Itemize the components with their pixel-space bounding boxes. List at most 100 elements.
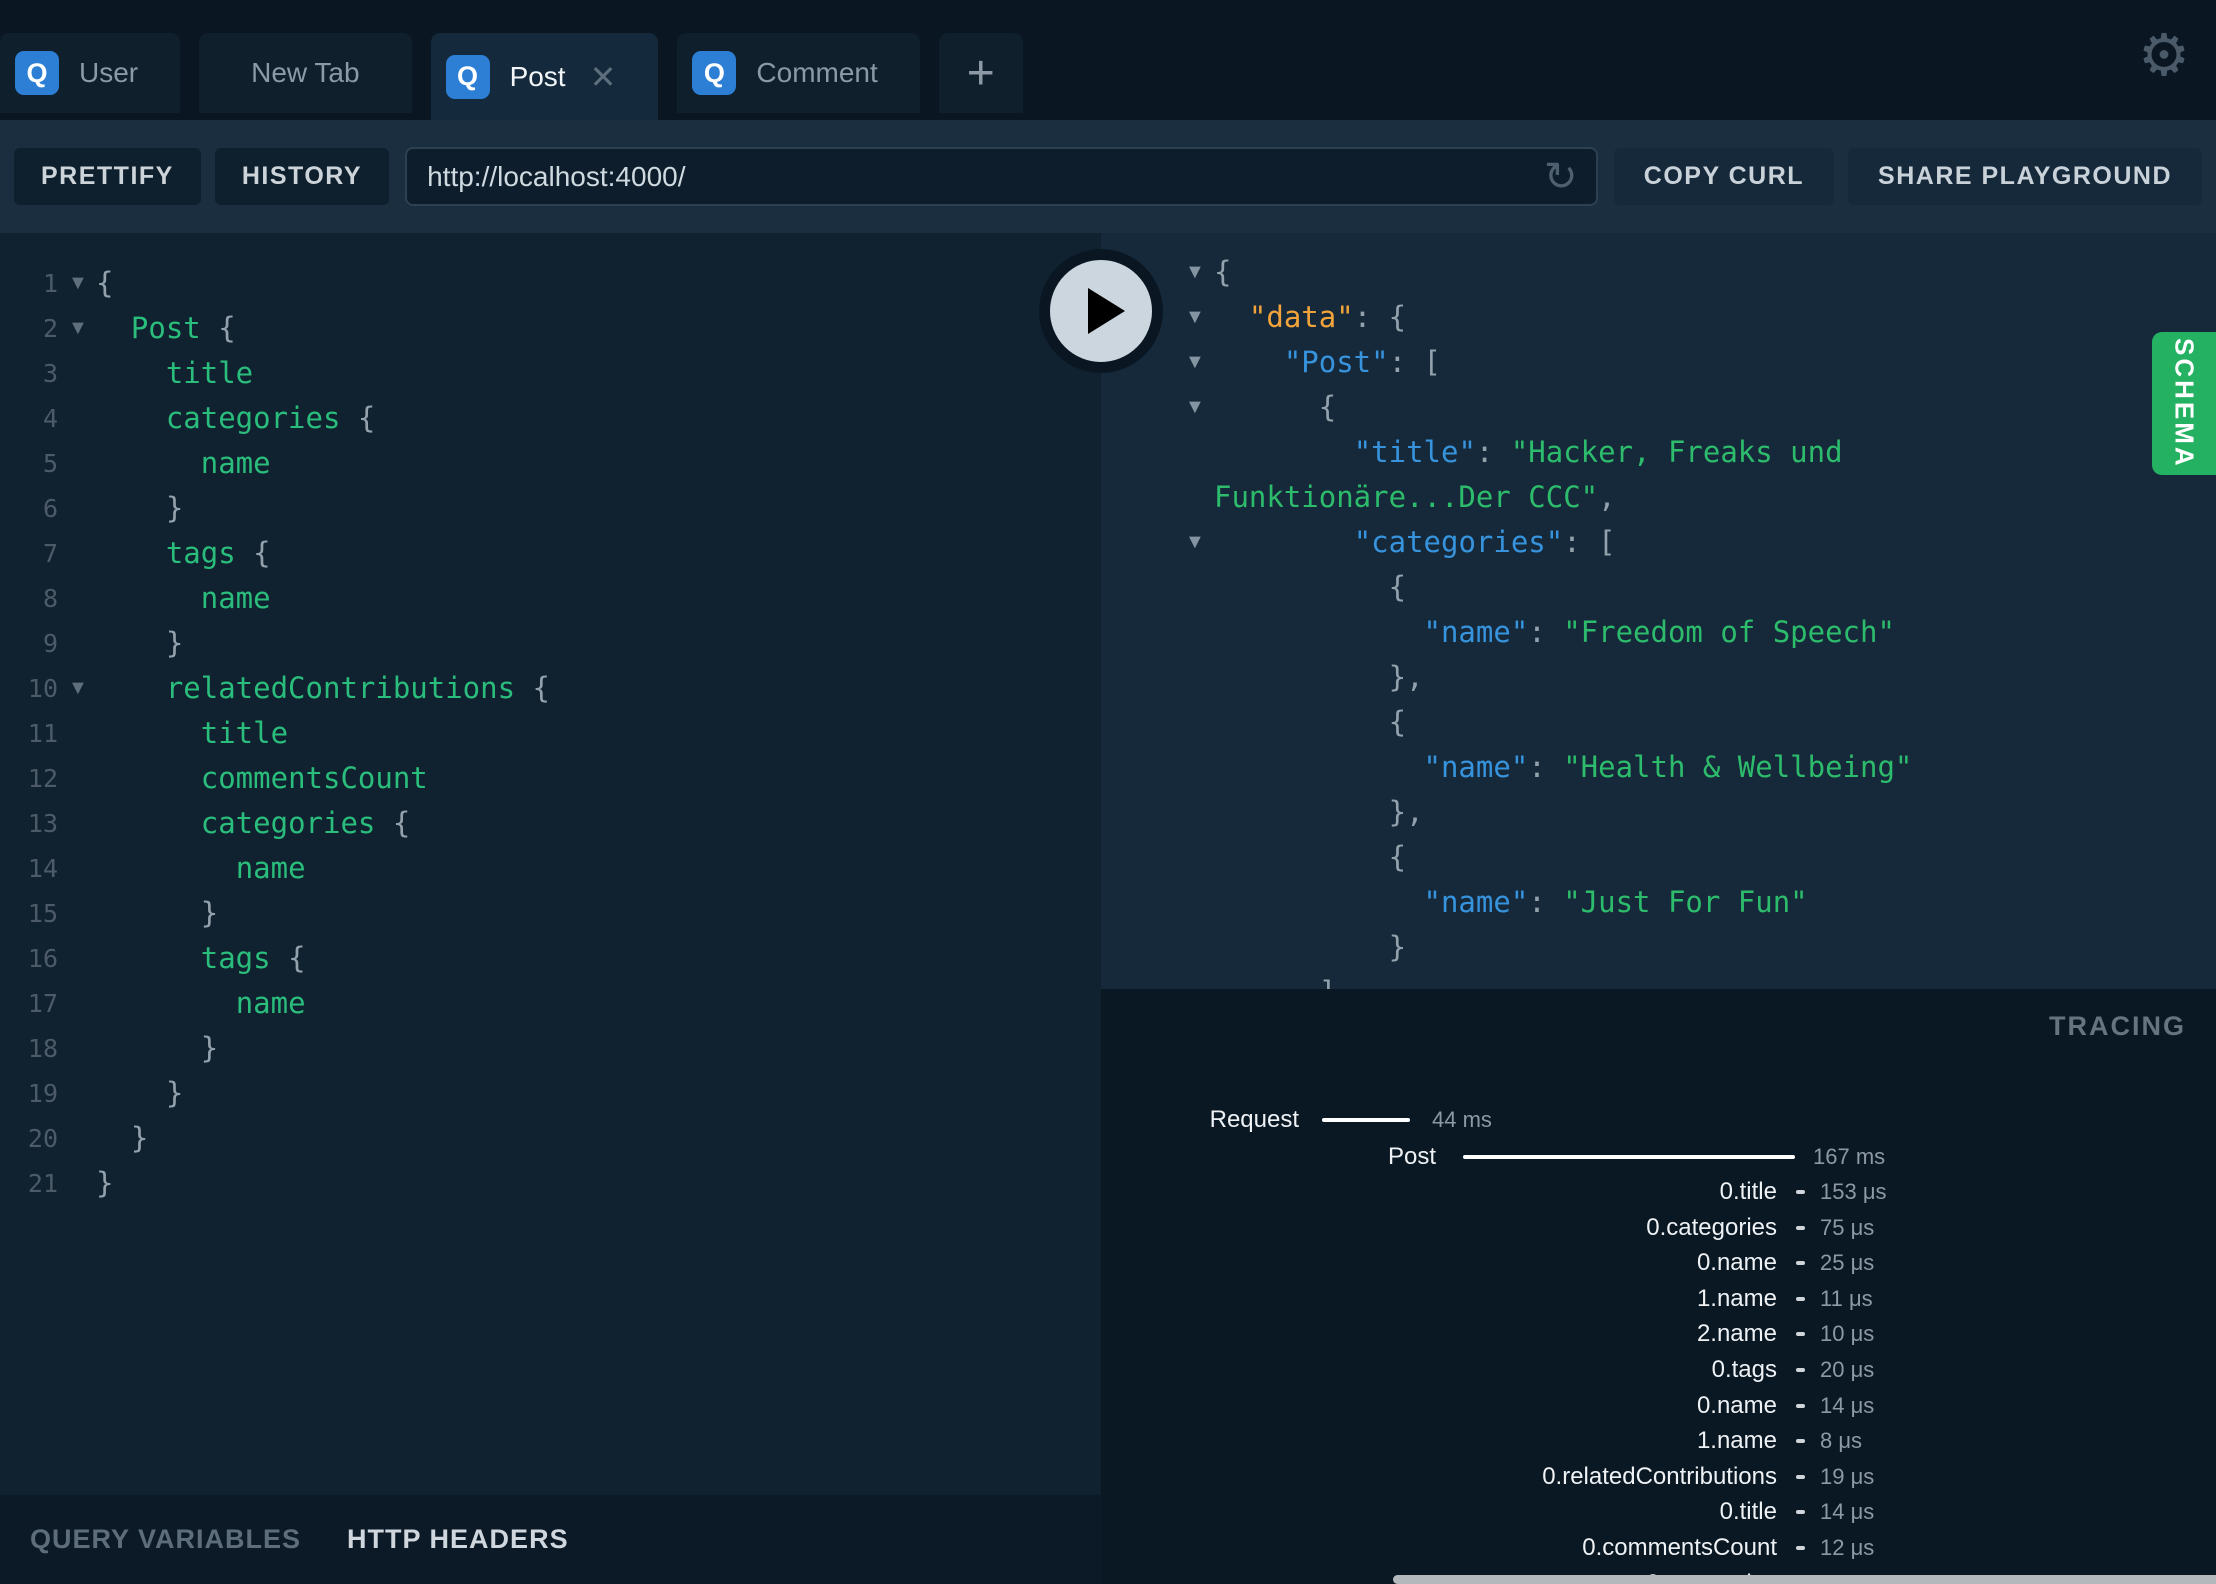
- refresh-schema-icon[interactable]: ↺: [1544, 154, 1578, 200]
- settings-gear-icon[interactable]: ⚙: [2138, 26, 2190, 84]
- editor-line: 11 title: [0, 711, 1101, 756]
- trace-field-time: 153 μs: [1820, 1179, 1887, 1204]
- bottom-bar: QUERY VARIABLES HTTP HEADERS: [0, 1495, 1101, 1584]
- fold-arrow-icon[interactable]: ▼: [1185, 295, 1205, 340]
- code-text: "name": "Health & Wellbeing": [1423, 750, 1913, 784]
- trace-field-label: 0.categories: [1646, 1213, 1777, 1241]
- editor-line: 21}: [0, 1161, 1101, 1206]
- trace-dash: [1796, 1190, 1805, 1194]
- trace-field-label: 0.relatedContributions: [1542, 1462, 1777, 1490]
- copy-curl-button[interactable]: COPY CURL: [1613, 148, 1835, 205]
- trace-field-rows: 0.title 153 μs 0.categories 75 μs 0.name 25 μ…: [1101, 1174, 2216, 1584]
- trace-field-row: 0.relatedContributions 19 μs: [1101, 1459, 2216, 1495]
- trace-time: 44 ms: [1432, 1107, 1492, 1132]
- line-number: 4: [42, 404, 58, 433]
- tab-user[interactable]: Q User: [0, 33, 181, 113]
- code-text: "name": "Freedom of Speech": [1423, 615, 1895, 649]
- result-line: ▼{: [1101, 250, 2216, 295]
- code-text: {: [1214, 255, 1232, 289]
- execute-query-button[interactable]: [1039, 249, 1163, 373]
- trace-field-time: 14 μs: [1820, 1499, 1875, 1525]
- result-viewer: ▼{▼ "data": {▼ "Post": [▼ { "title": "Ha…: [1101, 233, 2216, 989]
- trace-row-request: Request 44 ms: [1101, 1106, 2216, 1134]
- tracing-title: TRACING: [2049, 1011, 2186, 1041]
- prettify-button[interactable]: PRETTIFY: [14, 148, 201, 205]
- line-number: 11: [27, 719, 58, 748]
- code-text: ]: [1214, 975, 1336, 989]
- code-text: name: [200, 446, 271, 480]
- editor-line: 15 }: [0, 891, 1101, 936]
- graphql-playground-window: Q User New Tab Q Post ✕ Q Comment + ⚙ PRETTIFY H…: [0, 0, 2216, 1584]
- editor-line: 19 }: [0, 1071, 1101, 1116]
- editor-line: 3 title: [0, 351, 1101, 396]
- topbar: Q User New Tab Q Post ✕ Q Comment + ⚙: [0, 0, 2216, 120]
- result-line: "name": "Health & Wellbeing": [1101, 745, 2216, 790]
- trace-dash: [1796, 1510, 1805, 1515]
- code-text: }: [96, 1166, 114, 1200]
- response-pane: ▼{▼ "data": {▼ "Post": [▼ { "title": "Ha…: [1101, 233, 2216, 1584]
- schema-side-tab[interactable]: SCHEMA: [2152, 332, 2216, 475]
- query-badge-icon: Q: [445, 54, 490, 99]
- trace-field-label: 0.title: [1719, 1178, 1777, 1205]
- fold-arrow-icon[interactable]: ▼: [1185, 340, 1205, 385]
- trace-time: 167 ms: [1813, 1144, 1886, 1169]
- trace-field-time: 10 μs: [1820, 1321, 1875, 1347]
- endpoint-url-field: ↺: [405, 147, 1598, 206]
- query-editor[interactable]: 1 ▼{2 ▼ Post {3 title 4 categories {5 name 6…: [0, 233, 1101, 1495]
- result-line: "name": "Freedom of Speech": [1101, 610, 2216, 655]
- editor-line: 10 ▼ relatedContributions {: [0, 666, 1101, 711]
- add-tab-button[interactable]: +: [938, 33, 1023, 113]
- horizontal-scrollbar[interactable]: [1393, 1575, 2216, 1584]
- trace-field-time: 20 μs: [1820, 1356, 1875, 1382]
- url-input[interactable]: [425, 159, 1545, 194]
- share-playground-button[interactable]: SHARE PLAYGROUND: [1848, 148, 2202, 205]
- fold-arrow-icon[interactable]: ▼: [1185, 250, 1205, 295]
- http-headers-tab[interactable]: HTTP HEADERS: [347, 1524, 569, 1555]
- tab-label: Comment: [756, 57, 878, 88]
- play-icon: [1088, 288, 1125, 334]
- editor-line: 17 name: [0, 981, 1101, 1026]
- trace-field-row: 1.name 11 μs: [1101, 1281, 2216, 1317]
- trace-field-label: 0.title: [1719, 1498, 1777, 1526]
- trace-field-time: 12 μs: [1820, 1534, 1875, 1560]
- result-line: }: [1101, 925, 2216, 970]
- fold-arrow-icon[interactable]: ▼: [68, 261, 88, 306]
- tab-label: New Tab: [251, 57, 360, 88]
- tab-label: Post: [509, 60, 566, 92]
- code-text: {: [1388, 840, 1407, 874]
- code-text: tags {: [200, 941, 306, 975]
- tracing-panel: TRACING Request 44 ms Post 167 ms 0.titl…: [1101, 989, 2216, 1584]
- fold-arrow-icon[interactable]: ▼: [68, 306, 88, 351]
- trace-field-label: 2.name: [1696, 1320, 1777, 1348]
- tab-new-tab[interactable]: New Tab: [199, 33, 412, 113]
- fold-arrow-icon[interactable]: ▼: [68, 666, 88, 711]
- line-number: 10: [27, 674, 58, 703]
- line-number: 9: [42, 629, 58, 658]
- close-tab-icon[interactable]: ✕: [590, 61, 617, 93]
- result-line: Funktionäre...Der CCC",: [1101, 475, 2216, 520]
- fold-arrow-icon[interactable]: ▼: [1185, 385, 1205, 430]
- trace-dash: [1796, 1367, 1805, 1372]
- tab-comment[interactable]: Q Comment: [677, 33, 920, 113]
- line-number: 12: [27, 764, 58, 793]
- line-number: 18: [27, 1034, 58, 1063]
- fold-arrow-icon[interactable]: ▼: [1185, 520, 1205, 565]
- line-number: 2: [42, 314, 58, 343]
- trace-field-label: 1.name: [1696, 1284, 1777, 1312]
- query-badge-icon: Q: [692, 51, 737, 95]
- line-number: 15: [27, 899, 58, 928]
- history-button[interactable]: HISTORY: [214, 148, 390, 205]
- result-line: ▼ "Post": [: [1101, 340, 2216, 385]
- query-variables-tab[interactable]: QUERY VARIABLES: [30, 1524, 301, 1555]
- line-number: 21: [27, 1169, 58, 1198]
- trace-field-time: 75 μs: [1820, 1214, 1875, 1240]
- tab-post[interactable]: Q Post ✕: [430, 33, 659, 120]
- editor-line: 2 ▼ Post {: [0, 306, 1101, 351]
- tab-label: User: [79, 57, 139, 88]
- code-text: name: [200, 581, 271, 615]
- line-number: 8: [42, 584, 58, 613]
- editor-line: 18 }: [0, 1026, 1101, 1071]
- trace-bar: [1463, 1155, 1795, 1159]
- line-number: 17: [27, 989, 58, 1018]
- trace-field-row: 0.categories 75 μs: [1101, 1210, 2216, 1246]
